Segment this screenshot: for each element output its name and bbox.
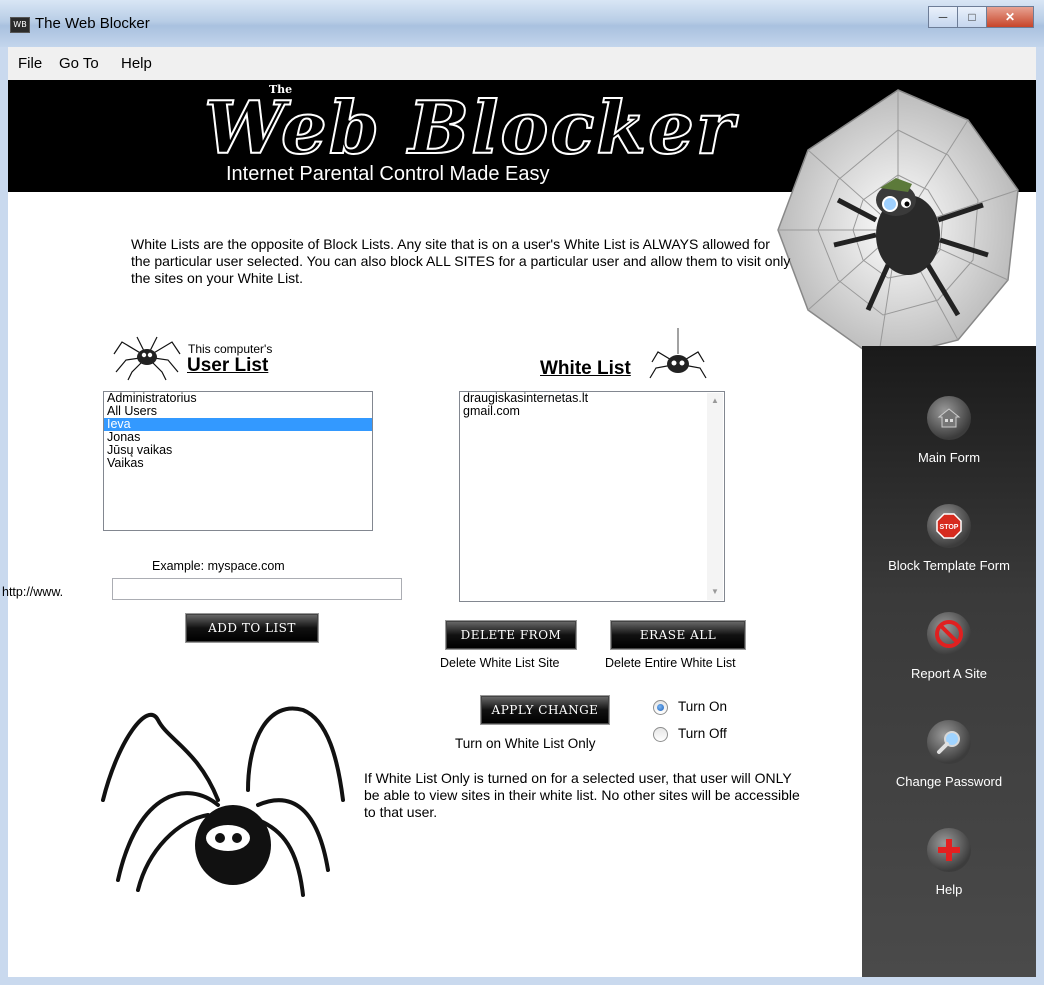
menu-file[interactable]: File [18,55,42,72]
minimize-button[interactable]: ─ [928,6,958,28]
delete-caption: Delete White List Site [440,656,560,670]
sidebar-item-report-a-site[interactable]: Report A Site [862,612,1036,681]
spider-small-icon [113,336,181,381]
url-prefix-label: http://www. [2,585,64,599]
white-list[interactable]: draugiskasinternetas.lt gmail.com ▲ ▼ [459,391,725,602]
turn-off-label[interactable]: Turn Off [678,726,727,741]
sidebar-item-help[interactable]: Help [862,828,1036,897]
red-cross-icon [927,828,971,872]
user-list-item-selected[interactable]: Ieva [104,418,372,431]
sidebar-item-label: Block Template Form [888,558,1010,573]
app-window: WB The Web Blocker ─ □ ✕ File Go To Help… [0,0,1044,985]
add-to-list-button[interactable]: ADD TO LIST [185,613,319,643]
close-button[interactable]: ✕ [986,6,1034,28]
sidebar-item-change-password[interactable]: Change Password [862,720,1036,789]
url-input[interactable] [112,578,402,600]
intro-text: White Lists are the opposite of Block Li… [131,236,791,286]
sidebar-item-block-template-form[interactable]: STOP Block Template Form [862,504,1036,573]
menu-help[interactable]: Help [121,55,152,72]
stop-sign-icon: STOP [927,504,971,548]
user-list-item[interactable]: Jūsų vaikas [104,444,372,457]
spider-large-icon [101,706,345,897]
user-list[interactable]: Administratorius All Users Ieva Jonas Jū… [103,391,373,531]
spider-web-icon [777,89,1019,361]
scroll-down-icon[interactable]: ▼ [707,584,723,600]
svg-text:STOP: STOP [940,524,959,531]
main-content: The Web Blocker Internet Parental Contro… [2,80,1036,977]
title-bar[interactable]: WB The Web Blocker ─ □ ✕ [0,0,1044,47]
erase-all-button[interactable]: ERASE ALL [610,620,746,650]
app-icon: WB [10,17,30,33]
menu-go-to[interactable]: Go To [59,55,99,72]
tagline: Internet Parental Control Made Easy [226,163,550,185]
turn-on-label[interactable]: Turn On [678,699,727,714]
white-list-scrollbar[interactable]: ▲ ▼ [707,393,723,600]
erase-caption: Delete Entire White List [605,656,736,670]
maximize-button[interactable]: □ [957,6,987,28]
sidebar-item-main-form[interactable]: Main Form [862,396,1036,465]
sidebar-item-label: Main Form [917,450,981,465]
menu-bar: File Go To Help [8,47,1036,80]
turn-off-radio[interactable] [653,727,668,742]
white-list-note: If White List Only is turned on for a se… [364,770,800,820]
prohibited-icon [927,612,971,656]
example-label: Example: myspace.com [152,559,285,573]
user-list-item[interactable]: All Users [104,405,372,418]
window-title: The Web Blocker [35,15,150,32]
sidebar-item-label: Report A Site [911,666,987,681]
turn-on-radio[interactable] [653,700,668,715]
user-list-title: User List [187,355,269,376]
white-list-item[interactable]: gmail.com [460,405,724,418]
user-list-item[interactable]: Vaikas [104,457,372,470]
apply-change-button[interactable]: APPLY CHANGE [480,695,610,725]
sidebar-item-label: Help [935,882,963,897]
apply-caption: Turn on White List Only [455,736,596,751]
white-list-title: White List [540,358,631,379]
sidebar-item-label: Change Password [895,774,1003,789]
home-icon [927,396,971,440]
app-logo: Web Blocker [203,85,736,170]
sidebar: Main Form STOP Block Template Form Repor… [862,346,1036,977]
user-list-caption-small: This computer's [188,342,273,356]
scroll-up-icon[interactable]: ▲ [707,393,723,409]
spider-hanging-icon [649,328,707,379]
delete-from-list-button[interactable]: DELETE FROM LIST [445,620,577,668]
magnifier-icon [927,720,971,764]
